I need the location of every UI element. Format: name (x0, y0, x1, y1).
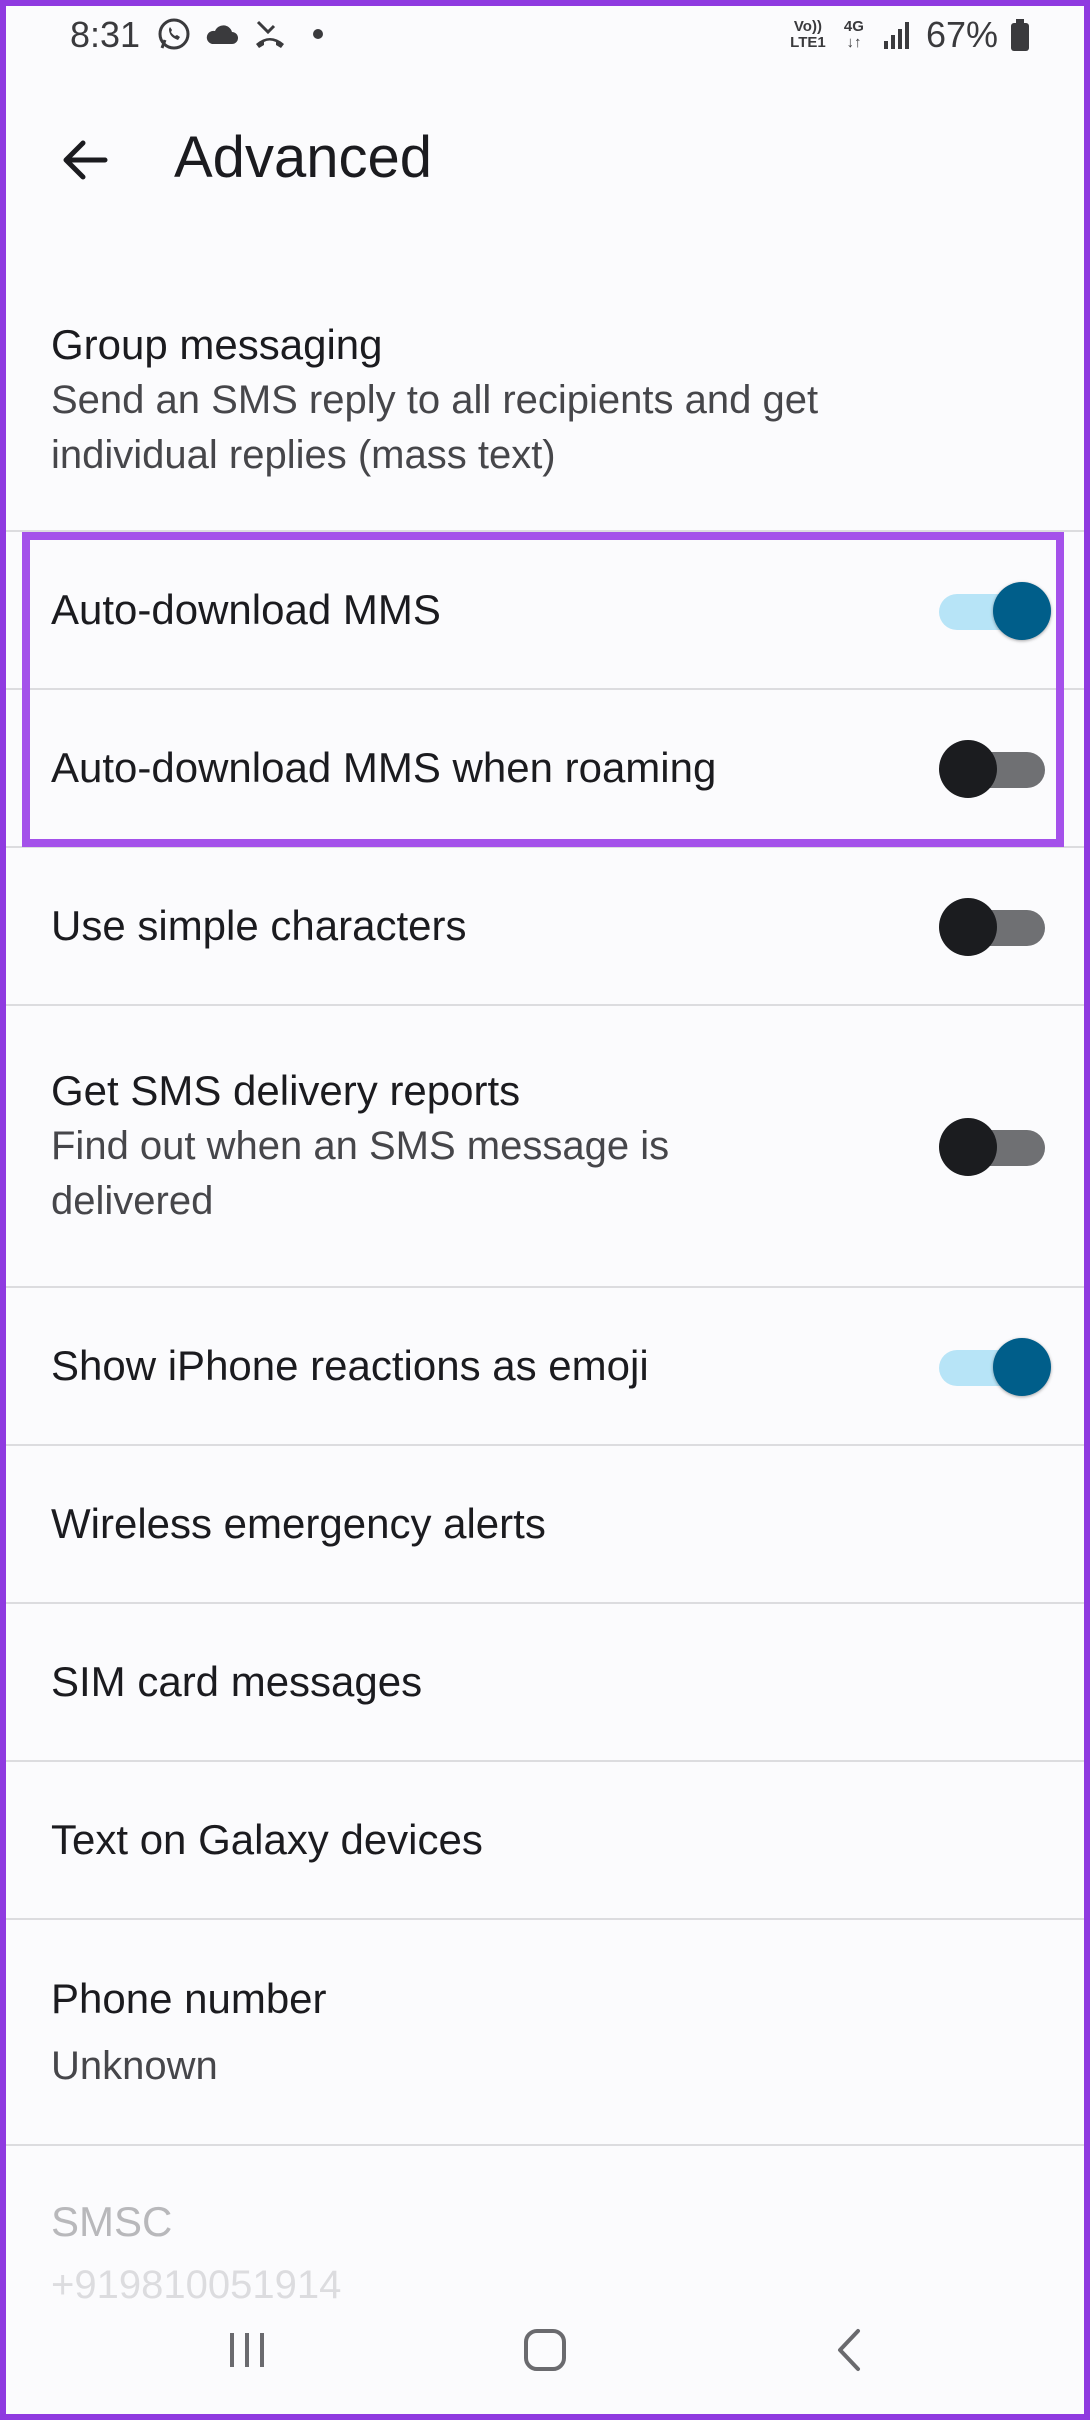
setting-title: Text on Galaxy devices (51, 1816, 483, 1863)
setting-emergency-alerts[interactable]: Wireless emergency alerts (0, 1446, 1090, 1604)
app-bar: Advanced (0, 100, 1090, 220)
setting-delivery-reports[interactable]: Get SMS delivery reports Find out when a… (0, 1006, 1090, 1288)
setting-title: Get SMS delivery reports (51, 1067, 521, 1114)
setting-title: SIM card messages (51, 1658, 423, 1705)
setting-iphone-reactions[interactable]: Show iPhone reactions as emoji (0, 1288, 1090, 1446)
4g-icon: 4G ↓↑ (843, 18, 864, 51)
setting-auto-download-mms[interactable]: Auto-download MMS (0, 532, 1090, 690)
toggle-thumb (939, 740, 997, 798)
setting-subtitle: individual replies (mass text) (51, 433, 556, 477)
setting-auto-download-roaming[interactable]: Auto-download MMS when roaming (0, 690, 1090, 848)
toggle-thumb (939, 1118, 997, 1176)
back-button[interactable] (40, 120, 130, 200)
auto-download-roaming-toggle[interactable] (939, 738, 1045, 798)
back-arrow-icon (63, 140, 108, 180)
status-time: 8:31 (70, 14, 141, 55)
recent-apps-icon (230, 2333, 264, 2367)
setting-title: Phone number (51, 1974, 327, 2022)
status-bar: 8:31 Vo)) LTE1 4G ↓↑ 67% (0, 0, 1090, 78)
setting-title: Show iPhone reactions as emoji (51, 1342, 649, 1389)
signal-icon (883, 22, 909, 49)
cloud-icon (206, 25, 238, 44)
toggle-thumb (993, 582, 1051, 640)
back-icon (838, 2329, 860, 2371)
setting-title: SMSC (51, 2198, 173, 2245)
toggle-thumb (939, 898, 997, 956)
setting-simple-characters[interactable]: Use simple characters (0, 848, 1090, 1006)
setting-subtitle: Unknown (51, 2043, 218, 2088)
simple-characters-toggle[interactable] (939, 896, 1045, 956)
setting-title: Group messaging (51, 321, 383, 368)
volte-icon: Vo)) LTE1 (790, 18, 826, 51)
page-title: Advanced (174, 125, 432, 190)
setting-subtitle: Send an SMS reply to all recipients and … (51, 378, 819, 422)
navigation-bar (0, 2285, 1090, 2415)
setting-title: Wireless emergency alerts (51, 1500, 546, 1547)
setting-subtitle: Find out when an SMS message is (51, 1124, 670, 1168)
setting-sim-messages[interactable]: SIM card messages (0, 1604, 1090, 1762)
dot-icon (313, 29, 323, 39)
setting-galaxy-text[interactable]: Text on Galaxy devices (0, 1762, 1090, 1920)
missed-call-icon (256, 20, 284, 48)
iphone-reactions-toggle[interactable] (939, 1336, 1051, 1396)
battery-percent: 67% (925, 14, 998, 55)
setting-title: Auto-download MMS (51, 586, 441, 633)
setting-title: Auto-download MMS when roaming (51, 744, 717, 791)
recent-apps-button[interactable] (202, 2305, 292, 2395)
auto-download-mms-toggle[interactable] (939, 580, 1051, 640)
battery-icon (1011, 19, 1029, 51)
nav-back-button[interactable] (805, 2305, 895, 2395)
setting-phone-number[interactable]: Phone number Unknown (0, 1920, 1090, 2146)
settings-list: Group messaging Send an SMS reply to all… (0, 270, 1090, 2326)
toggle-thumb (993, 1338, 1051, 1396)
setting-title: Use simple characters (51, 902, 467, 949)
setting-group-messaging[interactable]: Group messaging Send an SMS reply to all… (0, 270, 1090, 532)
home-icon (524, 2329, 566, 2371)
whatsapp-icon (158, 18, 190, 50)
home-button[interactable] (500, 2305, 590, 2395)
delivery-reports-toggle[interactable] (939, 1116, 1045, 1176)
setting-subtitle: delivered (51, 1179, 214, 1223)
